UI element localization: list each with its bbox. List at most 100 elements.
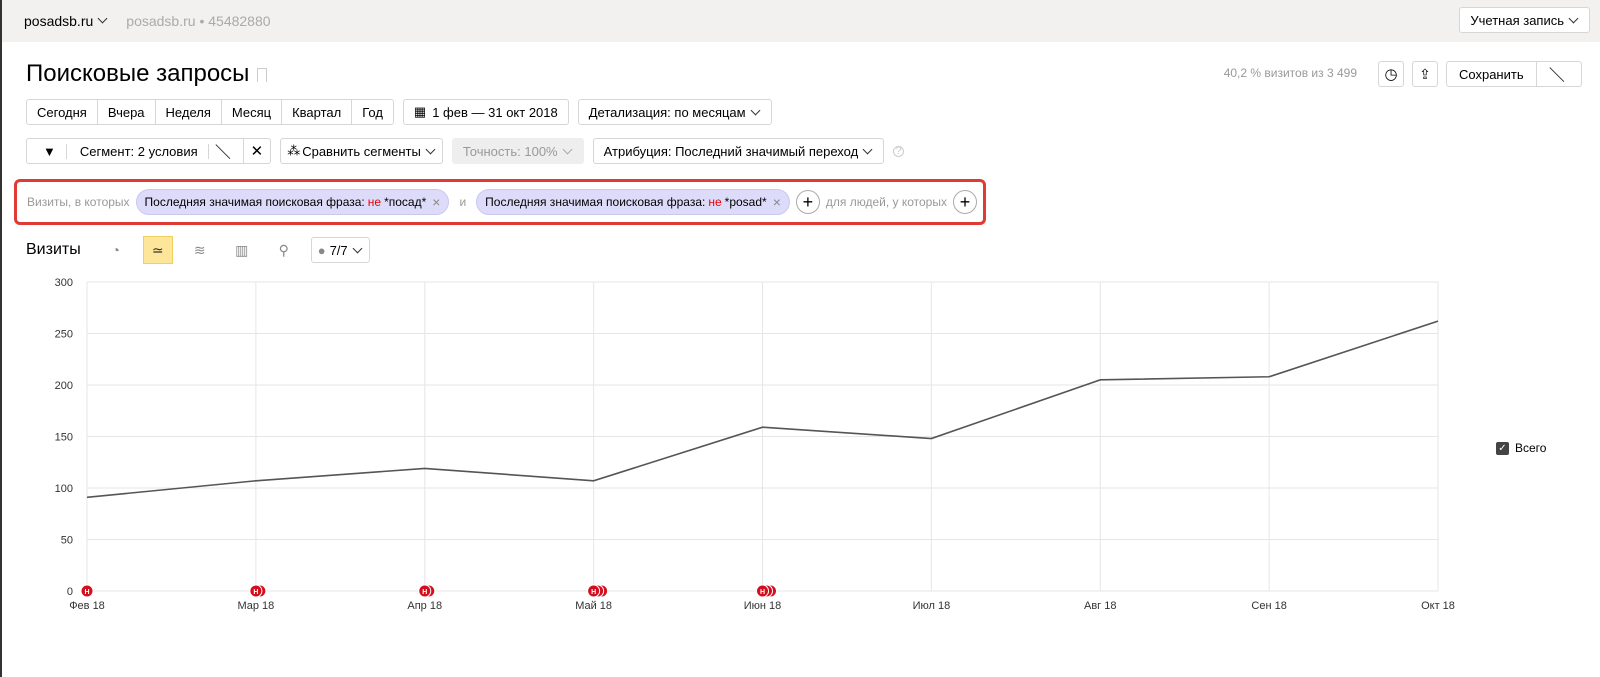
annotation-marker: [760, 584, 773, 598]
remove-condition-icon[interactable]: ×: [773, 194, 781, 210]
compare-label: Сравнить сегменты: [302, 143, 421, 159]
annotations-count: 7/7: [329, 242, 348, 258]
period-quarter[interactable]: Квартал: [282, 100, 353, 124]
upload-icon: ⇪: [1419, 65, 1431, 82]
accuracy-label: Точность: 100%: [462, 143, 558, 159]
condition-chip[interactable]: Последняя значимая поисковая фраза: не *po…: [476, 189, 790, 215]
annotation-marker-label: Н: [591, 589, 596, 596]
detail-label: Детализация: по месяцам: [588, 104, 746, 120]
site-selector[interactable]: posadsb.ru: [24, 13, 108, 29]
series-line-total: [86, 320, 1439, 499]
x-tick-label: Июн 18: [744, 600, 782, 612]
people-conditions-label: для людей, у которых: [825, 195, 947, 209]
chevron-down-icon: [862, 144, 873, 154]
annotation-marker-label: Н: [253, 589, 258, 596]
history-button[interactable]: ◷: [1378, 61, 1404, 87]
annotation-marker: [80, 584, 94, 598]
site-name: posadsb.ru: [24, 13, 94, 29]
annotation-marker: [587, 584, 601, 598]
add-visit-condition-button[interactable]: +: [795, 190, 820, 214]
period-today[interactable]: Сегодня: [27, 100, 98, 124]
area-chart-icon[interactable]: ≋: [185, 236, 215, 264]
detail-dropdown[interactable]: Детализация: по месяцам: [577, 99, 772, 125]
annotation-marker: [422, 584, 436, 598]
counter-info: posadsb.ru • 45482880: [126, 13, 270, 29]
attribution-label: Атрибуция: Последний значимый переход: [603, 143, 859, 159]
clear-segment-button[interactable]: ✕: [244, 139, 271, 163]
map-pin-icon[interactable]: ⚲: [269, 236, 299, 264]
y-tick-label: 150: [55, 432, 73, 444]
title-text: Поисковые запросы: [26, 60, 250, 87]
chevron-down-icon: [1568, 13, 1579, 23]
separator: •: [199, 13, 205, 29]
condition-operator: не: [708, 195, 722, 209]
period-selector: Сегодня Вчера Неделя Месяц Квартал Год: [26, 99, 394, 125]
conditions-prefix: Визиты, в которых: [27, 195, 130, 209]
compare-icon: ⁂: [287, 143, 301, 158]
chevron-down-icon: [97, 13, 108, 24]
account-button[interactable]: Учетная запись: [1459, 7, 1590, 33]
legend-label: Всего: [1515, 441, 1547, 455]
annotation-marker: [595, 584, 609, 598]
segment-dropdown[interactable]: ▼ Сегмент: 2 условия: [27, 139, 244, 163]
accuracy-dropdown[interactable]: Точность: 100%: [451, 138, 584, 164]
add-people-condition-button[interactable]: +: [952, 190, 977, 214]
condition-field: Последняя значимая поисковая фраза:: [485, 195, 706, 209]
save-group: Сохранить: [1446, 61, 1582, 87]
x-tick-label: Апр 18: [407, 600, 442, 612]
chevron-down-icon: [562, 144, 573, 154]
y-tick-label: 200: [55, 380, 73, 392]
chevron-down-icon: [352, 243, 363, 253]
chevron-down-icon: [1549, 62, 1569, 82]
line-chart-icon[interactable]: ≃: [142, 236, 173, 264]
condition-field: Последняя значимая поисковая фраза:: [144, 195, 365, 209]
chart-toolbar: Визиты ◔ ≃ ≋ ▥ ⚲ ● 7/7: [26, 236, 370, 264]
filter-icon: ▼: [33, 143, 67, 159]
chevron-down-icon: [215, 139, 235, 159]
date-range-label: 1 фев — 31 окт 2018: [432, 104, 558, 120]
chevron-down-icon: [425, 144, 436, 154]
y-tick-label: 50: [61, 535, 73, 547]
clock-icon: ◷: [1384, 66, 1398, 83]
condition-operator: не: [367, 195, 382, 209]
compare-segments-dropdown[interactable]: ⁂ Сравнить сегменты: [280, 138, 443, 164]
condition-value: *posad*: [724, 195, 767, 209]
chevron-down-icon: [750, 105, 761, 115]
segment-group: ▼ Сегмент: 2 условия ✕: [26, 138, 272, 164]
export-button[interactable]: ⇪: [1412, 61, 1438, 87]
period-month[interactable]: Месяц: [222, 100, 283, 124]
y-tick-label: 300: [55, 277, 73, 289]
y-tick-label: 100: [55, 483, 73, 495]
condition-value: *посад*: [384, 195, 427, 209]
checkbox-checked-icon[interactable]: ✓: [1496, 441, 1509, 455]
attribution-dropdown[interactable]: Атрибуция: Последний значимый переход: [592, 138, 885, 164]
page-title: Поисковые запросы: [26, 60, 268, 88]
period-year[interactable]: Год: [352, 100, 393, 124]
conditions-joiner: и: [459, 195, 467, 209]
account-label: Учетная запись: [1470, 12, 1564, 28]
period-yesterday[interactable]: Вчера: [98, 100, 156, 124]
legend-item-total[interactable]: ✓ Всего: [1496, 441, 1546, 455]
x-tick-label: Фев 18: [69, 600, 105, 612]
save-menu-button[interactable]: [1537, 62, 1581, 86]
visits-info: 40,2 % визитов из 3 499: [1223, 66, 1357, 80]
help-icon[interactable]: ?: [893, 145, 905, 157]
condition-chip[interactable]: Последняя значимая поисковая фраза: не *по…: [135, 189, 450, 215]
x-tick-label: Июл 18: [913, 600, 951, 612]
y-tick-label: 250: [55, 329, 73, 341]
bookmark-icon[interactable]: [257, 67, 268, 82]
bar-chart-icon[interactable]: ▥: [227, 236, 257, 264]
segment-label: Сегмент: 2 условия: [70, 143, 209, 159]
save-button[interactable]: Сохранить: [1447, 62, 1537, 86]
remove-condition-icon[interactable]: ×: [432, 194, 440, 210]
chart-title: Визиты: [26, 241, 81, 258]
calendar-icon: ▦: [413, 104, 426, 119]
counter-site: posadsb.ru: [126, 13, 196, 29]
pie-chart-icon[interactable]: ◔: [101, 236, 131, 264]
period-week[interactable]: Неделя: [156, 100, 222, 124]
date-range-button[interactable]: ▦ 1 фев — 31 окт 2018: [402, 99, 569, 125]
annotations-dropdown[interactable]: ● 7/7: [310, 237, 370, 263]
x-tick-label: Май 18: [575, 600, 612, 612]
annotation-marker-label: Н: [84, 589, 89, 596]
annotation-marker: [591, 584, 605, 598]
